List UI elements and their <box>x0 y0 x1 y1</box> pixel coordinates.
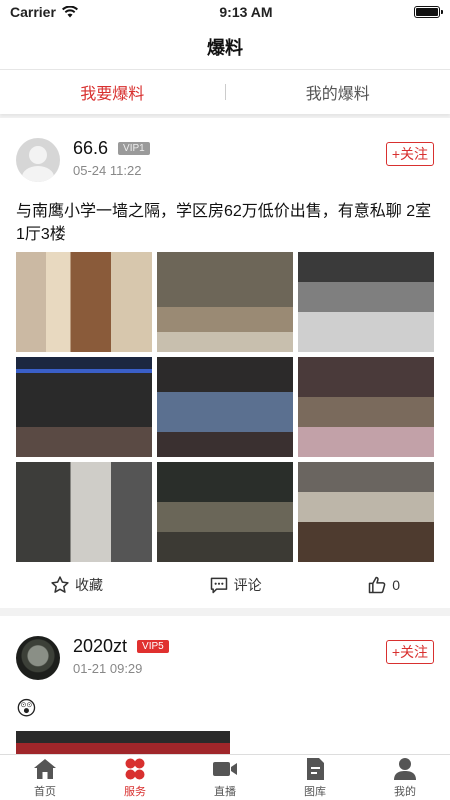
post-image[interactable] <box>16 462 152 562</box>
page-title: 爆料 <box>207 37 243 58</box>
tabbar-label: 首页 <box>34 785 56 798</box>
comment-button[interactable]: 评论 <box>209 575 262 595</box>
post-image[interactable] <box>16 731 230 754</box>
user-meta: 2020zt VIP5 01-21 09:29 <box>73 636 169 676</box>
user-name[interactable]: 2020zt <box>73 636 127 657</box>
wifi-icon <box>61 6 78 18</box>
tabbar-label: 图库 <box>304 785 326 798</box>
post-image[interactable] <box>16 357 152 457</box>
post-emoji: 😲 <box>16 698 37 720</box>
collect-label: 收藏 <box>75 577 103 593</box>
avatar[interactable] <box>16 636 60 680</box>
post-image[interactable] <box>298 357 434 457</box>
tabbar-label: 直播 <box>214 785 236 798</box>
image-grid <box>16 252 434 562</box>
name-row: 2020zt VIP5 <box>73 636 169 657</box>
post-card: 2020zt VIP5 01-21 09:29 +关注 😲 <box>0 616 450 754</box>
follow-button[interactable]: +关注 <box>385 640 434 664</box>
clock: 9:13 AM <box>219 4 273 20</box>
collect-button[interactable]: 收藏 <box>50 575 103 595</box>
tabbar-label: 服务 <box>124 785 146 798</box>
tabbar-home[interactable]: 首页 <box>0 755 90 800</box>
avatar[interactable] <box>16 138 60 182</box>
like-button[interactable]: 0 <box>367 575 400 595</box>
home-icon <box>34 758 56 779</box>
tabbar-label: 我的 <box>394 785 416 798</box>
vip-badge: VIP5 <box>137 640 169 653</box>
service-icon <box>125 758 145 779</box>
post-header: 66.6 VIP1 05-24 11:22 +关注 <box>16 138 434 188</box>
video-icon <box>213 761 237 776</box>
post-time: 01-21 09:29 <box>73 661 143 676</box>
feed-list[interactable]: 66.6 VIP1 05-24 11:22 +关注 与南鹰小学一墙之隔，学区房6… <box>0 118 450 754</box>
post-image[interactable] <box>157 357 293 457</box>
tabbar-gallery[interactable]: 图库 <box>270 755 360 800</box>
segment-tabs: 我要爆料 我的爆料 <box>0 70 450 114</box>
name-row: 66.6 VIP1 <box>73 138 150 159</box>
tabbar-mine[interactable]: 我的 <box>360 755 450 800</box>
post-text: 与南鹰小学一墙之隔，学区房62万低价出售，有意私聊 2室1厅3楼 <box>16 203 432 243</box>
post-image[interactable] <box>16 252 152 352</box>
tabbar-live[interactable]: 直播 <box>180 755 270 800</box>
comment-label: 评论 <box>233 577 262 593</box>
vip-badge: VIP1 <box>118 142 150 155</box>
user-name[interactable]: 66.6 <box>73 138 108 159</box>
like-count: 0 <box>392 577 400 593</box>
tab-submit-tip[interactable]: 我要爆料 <box>0 80 225 104</box>
post-actions: 收藏 评论 0 <box>16 562 434 608</box>
battery-icon <box>414 6 443 18</box>
user-meta: 66.6 VIP1 05-24 11:22 <box>73 138 150 178</box>
status-left: Carrier <box>10 4 78 20</box>
tabbar-service[interactable]: 服务 <box>90 755 180 800</box>
post-image[interactable] <box>157 252 293 352</box>
carrier-label: Carrier <box>10 4 56 20</box>
gallery-icon <box>307 757 324 780</box>
star-icon <box>51 576 69 593</box>
post-time: 05-24 11:22 <box>73 163 142 178</box>
tab-my-tips[interactable]: 我的爆料 <box>226 80 450 104</box>
bottom-tab-bar: 首页 服务 直播 图库 我的 <box>0 754 450 800</box>
follow-button[interactable]: +关注 <box>385 142 434 166</box>
user-icon <box>394 757 416 780</box>
post-image[interactable] <box>298 252 434 352</box>
post-image[interactable] <box>298 462 434 562</box>
status-bar: Carrier 9:13 AM <box>0 0 450 24</box>
post-image[interactable] <box>157 462 293 562</box>
comment-icon <box>210 577 227 594</box>
thumbs-up-icon <box>368 576 386 594</box>
post-header: 2020zt VIP5 01-21 09:29 +关注 <box>16 636 434 686</box>
post-card: 66.6 VIP1 05-24 11:22 +关注 与南鹰小学一墙之隔，学区房6… <box>0 118 450 608</box>
nav-bar: 爆料 <box>0 24 450 70</box>
